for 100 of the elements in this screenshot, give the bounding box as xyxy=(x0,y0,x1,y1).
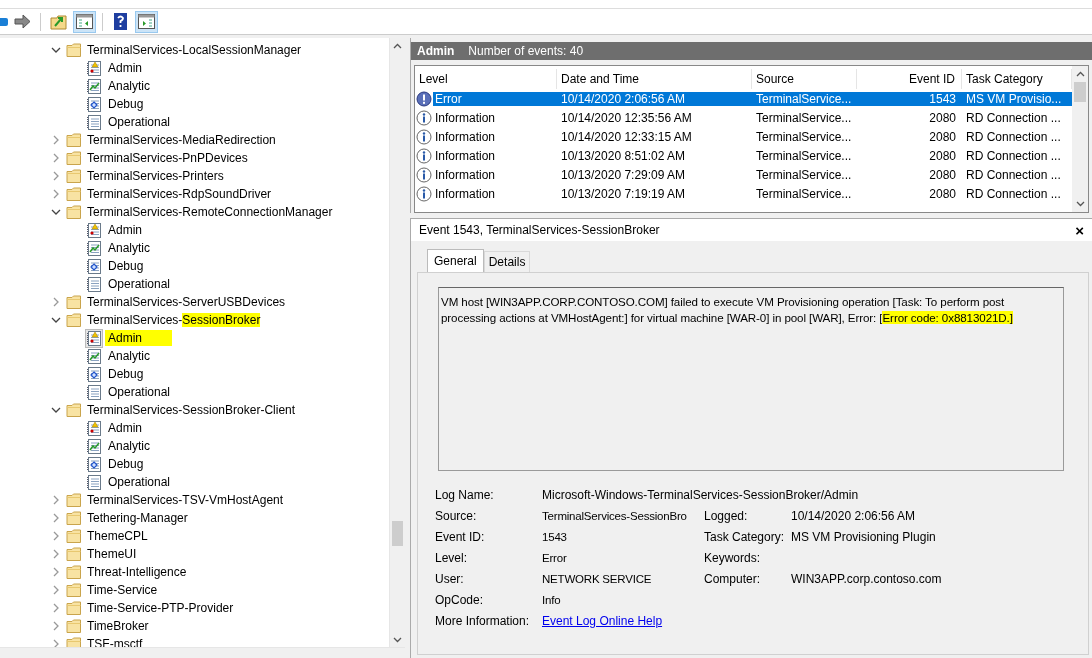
table-cell: 1543 xyxy=(857,91,962,106)
table-cell-text: Information xyxy=(434,167,497,182)
log-title: Admin xyxy=(417,44,455,58)
toolbar-button[interactable] xyxy=(135,10,158,33)
tree-item[interactable]: Analytic xyxy=(105,438,154,454)
scrollbar-thumb[interactable] xyxy=(392,521,403,546)
field-value: Info xyxy=(542,593,562,608)
tree-item[interactable]: TerminalServices-TSV-VmHostAgent xyxy=(86,493,285,507)
tree-item[interactable]: Analytic xyxy=(105,348,154,364)
tree-item[interactable]: Debug xyxy=(105,366,147,382)
tree-item[interactable]: Admin xyxy=(105,420,145,436)
folder-icon xyxy=(66,528,82,544)
tree-item[interactable]: TerminalServices-Printers xyxy=(86,169,225,183)
folder-icon xyxy=(49,12,68,31)
table-cell-text: RD Connection ... xyxy=(965,110,1062,125)
field-value: Microsoft-Windows-TerminalServices-SessionBroker/Admin xyxy=(542,487,860,504)
tab[interactable]: General xyxy=(427,249,484,272)
event-count: Number of events: 40 xyxy=(468,44,584,58)
tree-item[interactable]: Threat-Intelligence xyxy=(86,565,188,579)
tree-item[interactable]: TerminalServices-PnPDevices xyxy=(86,151,249,165)
details-title: Event 1543, TerminalServices-SessionBroker xyxy=(419,223,660,237)
table-cell-text: TerminalService... xyxy=(755,186,853,201)
folder-icon xyxy=(66,564,82,580)
help-icon xyxy=(111,12,130,31)
folder-icon xyxy=(66,600,82,616)
table-cell-text: TerminalService... xyxy=(755,129,853,144)
tree-item[interactable]: Operational xyxy=(105,474,174,490)
tree-item[interactable]: Admin xyxy=(105,60,145,76)
field-label: User: xyxy=(435,571,465,588)
table-cell-text: 10/13/2020 8:51:02 AM xyxy=(560,148,687,163)
field-value: NETWORK SERVICE xyxy=(542,572,653,587)
folder-icon xyxy=(66,168,82,184)
field-label: Source: xyxy=(435,508,478,525)
folder-icon xyxy=(66,186,82,202)
tree-item[interactable]: Time-Service xyxy=(86,583,159,597)
tree-item[interactable]: TerminalServices-LocalSessionManager xyxy=(86,43,303,57)
tree-item[interactable]: Admin xyxy=(105,330,172,346)
table-cell-text: 2080 xyxy=(928,167,957,182)
tree-item[interactable]: Operational xyxy=(105,276,174,292)
pane-icon xyxy=(137,12,156,31)
column-header[interactable]: Event ID xyxy=(857,69,962,89)
table-cell-text: TerminalService... xyxy=(755,167,853,182)
horizontal-scrollbar[interactable] xyxy=(0,647,405,658)
column-header[interactable]: Level xyxy=(415,69,557,89)
field-label: Event ID: xyxy=(435,529,486,546)
tree-item[interactable]: TerminalServices-RemoteConnectionManager xyxy=(86,205,334,219)
tree-item[interactable]: ThemeUI xyxy=(86,547,138,561)
field-label: Level: xyxy=(435,550,469,567)
column-header[interactable]: Date and Time xyxy=(557,69,752,89)
tree-item[interactable]: TerminalServices-RdpSoundDriver xyxy=(86,187,273,201)
tree-item[interactable]: TerminalServices-ServerUSBDevices xyxy=(86,295,287,309)
tree-item[interactable]: Debug xyxy=(105,258,147,274)
field-value: 10/14/2020 2:06:56 AM xyxy=(791,508,917,525)
folder-icon xyxy=(66,492,82,508)
scroll-up-icon xyxy=(1075,71,1085,77)
folder-icon xyxy=(66,402,82,418)
help-link[interactable]: Event Log Online Help xyxy=(542,614,663,628)
scroll-down-icon xyxy=(1075,201,1085,207)
folder-icon xyxy=(66,618,82,634)
tree-item[interactable]: Analytic xyxy=(105,240,154,256)
folder-icon xyxy=(66,294,82,310)
table-cell-text: Information xyxy=(434,129,497,144)
field-label: More Information: xyxy=(435,613,531,630)
tree-item[interactable]: Analytic xyxy=(105,78,154,94)
close-button[interactable]: × xyxy=(1073,221,1086,239)
field-label: Computer: xyxy=(704,571,762,588)
table-cell: TerminalService... xyxy=(752,91,857,106)
toolbar-button[interactable] xyxy=(73,10,96,33)
column-header[interactable]: Source xyxy=(752,69,857,89)
tree-item[interactable]: Time-Service-PTP-Provider xyxy=(86,601,235,615)
table-cell-text: RD Connection ... xyxy=(965,148,1062,163)
field-label: Log Name: xyxy=(435,487,495,504)
tree-item[interactable]: Admin xyxy=(105,222,145,238)
tree-item[interactable]: Debug xyxy=(105,96,147,112)
vertical-scrollbar[interactable] xyxy=(1072,66,1088,212)
tree-item[interactable]: Operational xyxy=(105,114,174,130)
forward-arrow-icon xyxy=(13,12,32,31)
pane-icon xyxy=(75,12,94,31)
table-cell-text: Information xyxy=(434,148,497,163)
event-message: VM host [WIN3APP.CORP.CONTOSO.COM] failed to execute VM Provisioning operation [Task: To perform post processing actions at VMHostAgent:] for virtual machine [WAR-0] in pool [WAR], Error: [Error code: 0x8813021D.] xyxy=(438,287,1064,471)
tab[interactable]: Details xyxy=(483,251,531,272)
field-label: Task Category: xyxy=(704,529,786,546)
tree-item[interactable]: TimeBroker xyxy=(86,619,150,633)
vertical-scrollbar[interactable] xyxy=(389,38,405,647)
tree-item[interactable]: Tethering-Manager xyxy=(86,511,189,525)
table-cell-text: 2080 xyxy=(928,148,957,163)
folder-icon xyxy=(66,312,82,328)
folder-icon xyxy=(66,546,82,562)
table-cell-text: 2080 xyxy=(928,129,957,144)
tree-item[interactable]: TerminalServices-MediaRedirection xyxy=(86,133,277,147)
field-label: Keywords: xyxy=(704,550,762,567)
scrollbar-thumb[interactable] xyxy=(1074,82,1086,102)
tree-item[interactable]: ThemeCPL xyxy=(86,529,149,543)
table-cell-text: RD Connection ... xyxy=(965,167,1062,182)
tree-item[interactable]: Debug xyxy=(105,456,147,472)
tree-item[interactable]: Operational xyxy=(105,384,174,400)
tree-item[interactable]: TerminalServices-SessionBroker-Client xyxy=(86,403,297,417)
folder-icon xyxy=(66,132,82,148)
table-cell-text: TerminalService... xyxy=(755,110,853,125)
table-cell-text: 2080 xyxy=(928,186,957,201)
